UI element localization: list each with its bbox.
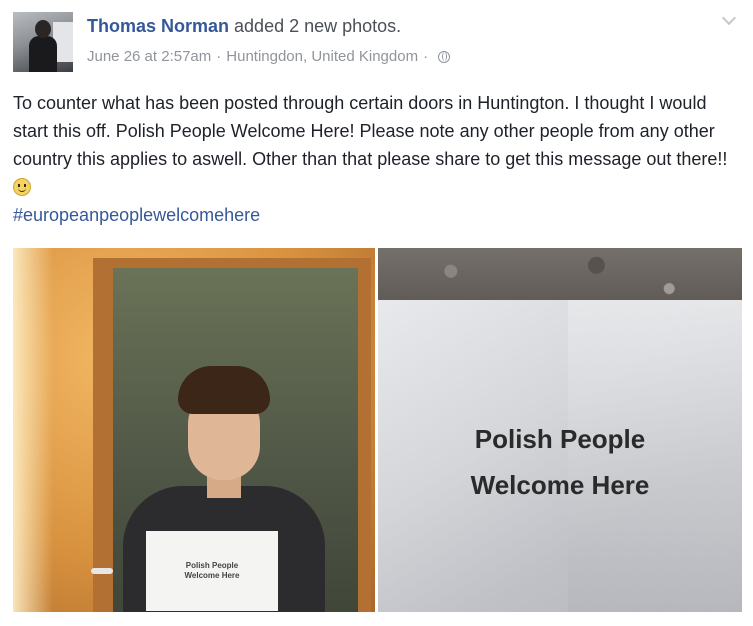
post-timestamp[interactable]: June 26 at 2:57am	[87, 46, 211, 68]
smiley-icon	[13, 178, 31, 196]
globe-icon[interactable]	[438, 51, 451, 63]
photo-2-sign-line1: Polish People	[474, 424, 646, 454]
photo-2-countertop	[378, 248, 742, 306]
author-name[interactable]: Thomas Norman	[87, 16, 229, 36]
avatar-figure-head	[35, 20, 51, 38]
action-prefix: added	[229, 16, 290, 36]
post-text: To counter what has been posted through …	[13, 89, 743, 229]
photo-1-sign-line1: Polish People	[185, 561, 239, 570]
facebook-post: Thomas Norman added 2 new photos. June 2…	[0, 0, 753, 626]
post-location[interactable]: Huntingdon, United Kingdom	[226, 46, 418, 68]
photos-link[interactable]: 2 new photos	[289, 16, 396, 36]
photo-2-sign: Polish People Welcome Here	[378, 416, 742, 508]
photo-1-sign: Polish People Welcome Here	[146, 531, 278, 611]
meta-separator: ·	[216, 48, 222, 65]
avatar[interactable]	[13, 12, 73, 72]
photo-1-sign-line2: Welcome Here	[184, 571, 240, 580]
photo-1-person-hair	[178, 366, 270, 414]
action-suffix: .	[396, 16, 402, 36]
photo-1-door-handle	[91, 568, 113, 574]
avatar-figure-body	[29, 36, 57, 72]
photo-1[interactable]: Polish People Welcome Here	[13, 248, 375, 612]
photo-2[interactable]: Polish People Welcome Here	[378, 248, 742, 612]
post-header: Thomas Norman added 2 new photos.	[87, 14, 401, 38]
post-meta: June 26 at 2:57am · Huntingdon, United K…	[87, 46, 451, 68]
hashtag-link[interactable]: #europeanpeoplewelcomehere	[13, 205, 260, 225]
chevron-down-icon[interactable]	[722, 13, 736, 27]
post-message: To counter what has been posted through …	[13, 93, 728, 169]
photo-2-sign-line2: Welcome Here	[470, 470, 650, 500]
photo-1-light	[13, 248, 53, 612]
meta-separator-2: ·	[423, 48, 429, 65]
